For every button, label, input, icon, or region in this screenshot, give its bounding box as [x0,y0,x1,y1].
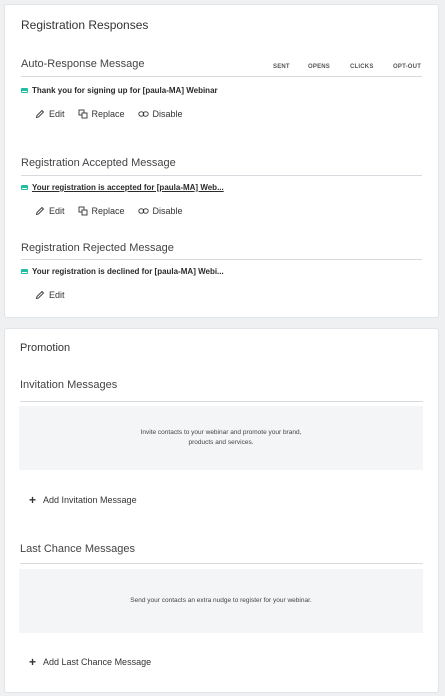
link-off-icon [137,208,149,214]
rejected-actions: Edit [35,290,78,300]
add-invitation-label: Add Invitation Message [43,495,137,505]
edit-label: Edit [49,109,65,119]
registration-responses-card: Registration Responses Auto-Response Mes… [4,4,439,318]
add-invitation-button[interactable]: + Add Invitation Message [29,493,137,507]
last-chance-section-title: Last Chance Messages [20,543,135,555]
column-opt-out: OPT-OUT [393,64,422,70]
registration-responses-title: Registration Responses [21,18,149,32]
promotion-card: Promotion Invitation Messages Invite con… [4,328,439,693]
column-opens: OPENS [308,64,331,70]
accepted-edit-button[interactable]: Edit [35,206,65,216]
auto-response-replace-button[interactable]: Replace [78,109,125,119]
accepted-section-title: Registration Accepted Message [21,157,176,169]
rejected-edit-button[interactable]: Edit [35,290,65,300]
link-off-icon [137,111,149,117]
edit-label: Edit [49,290,65,300]
divider [20,563,423,564]
rejected-section-title: Registration Rejected Message [21,242,174,254]
edit-label: Edit [49,206,65,216]
last-chance-empty-text: Send your contacts an extra nudge to reg… [130,597,312,604]
email-icon [21,88,28,93]
add-last-chance-label: Add Last Chance Message [43,657,152,667]
replace-label: Replace [91,206,125,216]
email-icon [21,185,28,190]
auto-response-edit-button[interactable]: Edit [35,109,65,119]
last-chance-empty-state: Send your contacts an extra nudge to reg… [19,569,423,633]
invitation-section-title: Invitation Messages [20,379,118,391]
column-clicks: CLICKS [350,64,374,70]
auto-response-message[interactable]: Thank you for signing up for [paula-MA] … [21,86,218,95]
rejected-message[interactable]: Your registration is declined for [paula… [21,267,224,276]
promotion-title: Promotion [20,342,71,354]
pencil-icon [35,206,45,216]
divider [20,401,423,402]
pencil-icon [35,109,45,119]
auto-response-subject: Thank you for signing up for [paula-MA] … [32,86,218,95]
auto-response-section-title: Auto-Response Message [21,58,145,70]
accepted-subject-link[interactable]: Your registration is accepted for [paula… [32,183,224,192]
disable-label: Disable [152,206,183,216]
invitation-empty-text-line2: products and services. [188,439,254,446]
pencil-icon [35,290,45,300]
rejected-subject: Your registration is declined for [paula… [32,267,224,276]
accepted-disable-button[interactable]: Disable [137,206,183,216]
replace-label: Replace [91,109,125,119]
auto-response-actions: Edit Replace Disable [35,109,196,119]
email-icon [21,269,28,274]
divider [21,259,422,260]
accepted-replace-button[interactable]: Replace [78,206,125,216]
divider [21,76,422,77]
replace-icon [78,109,87,119]
auto-response-disable-button[interactable]: Disable [137,109,183,119]
accepted-message[interactable]: Your registration is accepted for [paula… [21,183,224,192]
plus-icon: + [29,655,37,669]
replace-icon [78,206,87,216]
divider [21,175,422,176]
column-sent: SENT [273,64,290,70]
accepted-actions: Edit Replace Disable [35,206,196,216]
invitation-empty-text-line1: Invite contacts to your webinar and prom… [140,429,302,436]
invitation-empty-state: Invite contacts to your webinar and prom… [19,406,423,470]
plus-icon: + [29,493,37,507]
add-last-chance-button[interactable]: + Add Last Chance Message [29,655,152,669]
disable-label: Disable [152,109,183,119]
